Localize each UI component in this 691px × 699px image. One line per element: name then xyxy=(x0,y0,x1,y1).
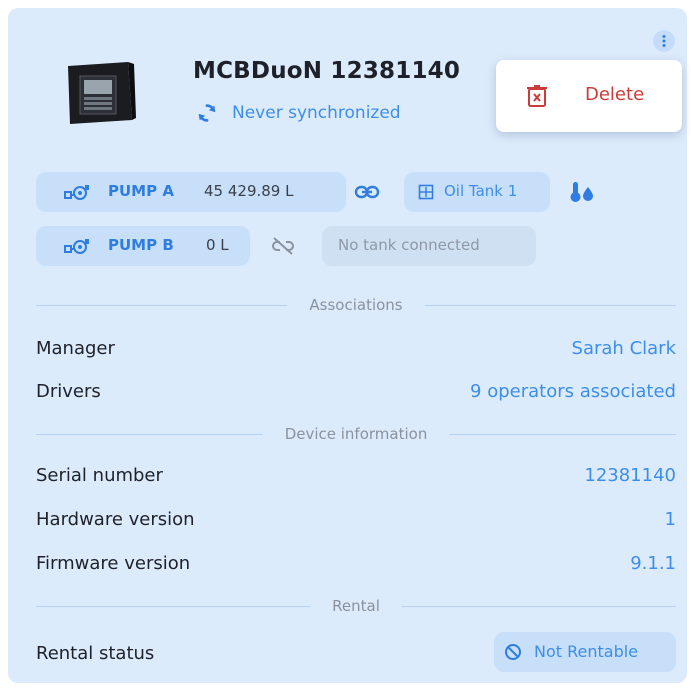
tank-chip-oil-tank-1[interactable]: Oil Tank 1 xyxy=(404,172,550,212)
hardware-version-label: Hardware version xyxy=(36,508,195,530)
serial-number-label: Serial number xyxy=(36,464,163,486)
more-vertical-icon xyxy=(662,35,666,47)
drivers-link[interactable]: 9 operators associated xyxy=(470,381,676,402)
section-divider-associations: Associations xyxy=(36,295,677,315)
link-icon xyxy=(354,185,380,199)
unlink-icon xyxy=(272,237,294,255)
sync-status: Never synchronized xyxy=(196,102,401,124)
pump-icon xyxy=(64,185,89,200)
pump-a-chip[interactable]: PUMP A 45 429.89 L xyxy=(36,172,346,212)
sync-icon xyxy=(198,104,216,122)
drivers-row: Drivers 9 operators associated xyxy=(36,379,676,403)
firmware-version-label: Firmware version xyxy=(36,552,191,574)
pump-b-name: PUMP B xyxy=(108,236,174,254)
rental-status-label: Rental status xyxy=(36,642,155,664)
section-divider-device-information: Device information xyxy=(36,424,677,444)
not-allowed-icon xyxy=(505,644,521,660)
device-title: MCBDuoN 12381140 xyxy=(193,58,461,84)
pump-a-name: PUMP A xyxy=(108,182,174,200)
pump-b-volume: 0 L xyxy=(206,236,229,254)
sync-status-label: Never synchronized xyxy=(232,103,401,123)
manager-link[interactable]: Sarah Clark xyxy=(572,338,676,359)
pump-b-chip[interactable]: PUMP B 0 L xyxy=(36,226,250,266)
pump-a-volume: 45 429.89 L xyxy=(204,182,294,200)
section-title: Associations xyxy=(309,296,403,314)
no-tank-label: No tank connected xyxy=(338,236,480,254)
context-menu: Delete xyxy=(496,60,682,132)
rental-status-value: Not Rentable xyxy=(534,642,639,661)
tank-label: Oil Tank 1 xyxy=(444,182,518,200)
more-options-button[interactable] xyxy=(653,30,675,52)
firmware-version-row: Firmware version 9.1.1 xyxy=(36,551,676,575)
delete-menu-item[interactable]: Delete xyxy=(496,60,682,132)
delete-menu-label: Delete xyxy=(585,84,645,105)
section-divider-rental: Rental xyxy=(36,596,677,616)
section-title: Device information xyxy=(284,425,428,443)
manager-row: Manager Sarah Clark xyxy=(36,336,676,360)
hardware-version-row: Hardware version 1 xyxy=(36,507,676,531)
manager-label: Manager xyxy=(36,337,115,359)
delete-icon xyxy=(527,85,547,107)
firmware-version-value: 9.1.1 xyxy=(630,552,676,574)
pump-icon xyxy=(64,239,89,254)
rental-status-badge: Not Rentable xyxy=(494,632,676,672)
tank-icon xyxy=(418,184,434,200)
drivers-label: Drivers xyxy=(36,380,101,402)
section-title: Rental xyxy=(332,597,380,615)
serial-number-value: 12381140 xyxy=(584,464,676,486)
serial-number-row: Serial number 12381140 xyxy=(36,463,676,487)
no-tank-chip: No tank connected xyxy=(322,226,536,266)
device-image xyxy=(62,58,136,128)
temperature-drop-icon xyxy=(570,182,593,202)
hardware-version-value: 1 xyxy=(664,508,676,530)
